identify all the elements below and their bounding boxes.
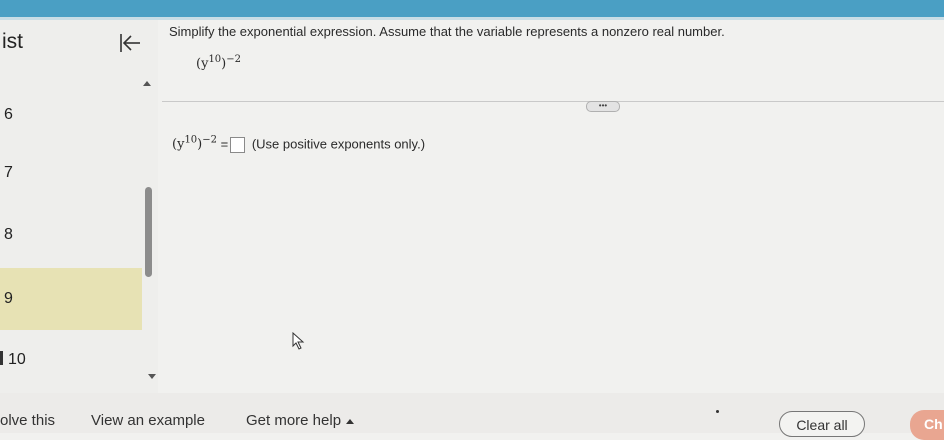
answer-expression: (y10)−2 (172, 135, 217, 153)
separator-dot (716, 410, 719, 413)
get-more-help-button[interactable]: Get more help (246, 412, 355, 429)
sidebar-item-7[interactable]: 7 (0, 142, 142, 204)
sidebar-item-label: 9 (4, 290, 13, 307)
equals-sign: = (220, 136, 229, 152)
collapse-left-icon (120, 34, 140, 52)
sidebar-item-label: 7 (4, 164, 13, 181)
sidebar-title: ist (2, 30, 23, 53)
question-instruction: Simplify the exponential expression. Ass… (169, 24, 725, 39)
sidebar-item-label: 8 (4, 226, 13, 243)
sidebar-scrollbar[interactable] (145, 187, 152, 277)
answer-row: (y10)−2 = (Use positive exponents only.) (172, 135, 425, 153)
caret-up-icon (346, 418, 355, 424)
answer-hint: (Use positive exponents only.) (251, 136, 426, 152)
solve-this-button[interactable]: olve this (0, 412, 55, 429)
sidebar-item-6[interactable]: 6 (0, 84, 142, 146)
expr-outer-exponent: −2 (202, 135, 217, 146)
mouse-pointer-icon (292, 332, 305, 350)
sidebar-item-label: 10 (8, 351, 26, 368)
clear-all-button[interactable]: Clear all (779, 411, 865, 437)
expand-more-button[interactable]: ••• (586, 101, 620, 112)
collapse-sidebar-button[interactable] (116, 28, 146, 58)
check-answer-button[interactable]: Ch (910, 410, 944, 440)
sidebar-item-8[interactable]: 8 (0, 204, 142, 266)
scroll-down-arrow-icon[interactable] (148, 374, 156, 379)
expr-inner-exponent: 10 (208, 54, 222, 65)
answer-input[interactable] (230, 136, 246, 153)
question-expression: (y10)−2 (196, 54, 241, 72)
sidebar-item-label: 6 (4, 106, 13, 123)
sidebar-item-10[interactable]: 10 (0, 329, 142, 391)
sidebar-item-9[interactable]: 9 (0, 268, 142, 330)
view-example-button[interactable]: View an example (91, 412, 205, 429)
expr-outer-exponent: −2 (226, 54, 241, 65)
top-bar (0, 0, 944, 17)
section-divider (162, 101, 944, 102)
get-more-help-label: Get more help (246, 412, 342, 429)
current-item-marker (0, 351, 3, 365)
expr-inner-exponent: 10 (184, 135, 198, 146)
scroll-up-arrow-icon[interactable] (143, 81, 151, 86)
